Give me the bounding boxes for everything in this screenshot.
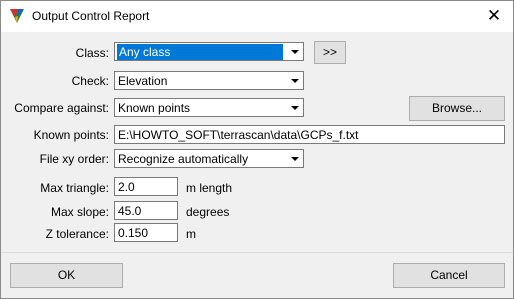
z-tolerance-unit: m	[186, 227, 196, 241]
max-triangle-unit: m length	[186, 181, 233, 195]
chevron-down-icon[interactable]	[286, 43, 303, 60]
cancel-button[interactable]: Cancel	[393, 263, 505, 288]
class-more-button[interactable]: >>	[314, 41, 346, 64]
footer-divider	[1, 252, 513, 253]
max-slope-field[interactable]: 45.0	[114, 201, 178, 220]
browse-button[interactable]: Browse...	[409, 96, 505, 121]
file-xy-order-label: File xy order:	[39, 152, 109, 166]
ok-button[interactable]: OK	[10, 263, 123, 288]
max-slope-value: 45.0	[118, 204, 142, 218]
class-value: Any class	[117, 44, 283, 60]
window-title: Output Control Report	[32, 9, 150, 23]
z-tolerance-field[interactable]: 0.150	[114, 223, 178, 242]
max-triangle-field[interactable]: 2.0	[114, 177, 178, 196]
compare-against-select[interactable]: Known points	[114, 98, 304, 117]
known-points-value: E:\HOWTO_SOFT\terrascan\data\GCPs_f.txt	[118, 128, 359, 142]
compare-against-label: Compare against:	[14, 101, 109, 115]
class-select[interactable]: Any class	[114, 42, 304, 61]
known-points-field[interactable]: E:\HOWTO_SOFT\terrascan\data\GCPs_f.txt	[114, 125, 505, 144]
title-bar: Output Control Report ✕	[1, 1, 513, 32]
check-value: Elevation	[118, 74, 168, 88]
check-label: Check:	[71, 74, 109, 88]
chevron-down-icon[interactable]	[286, 99, 303, 116]
app-icon	[10, 9, 24, 23]
close-icon[interactable]: ✕	[483, 5, 505, 27]
max-slope-unit: degrees	[186, 205, 230, 219]
chevron-down-icon[interactable]	[286, 72, 303, 89]
compare-against-value: Known points	[118, 101, 191, 115]
class-label: Class:	[75, 46, 109, 60]
dialog-window: Output Control Report ✕ Class: Any class…	[0, 0, 514, 299]
z-tolerance-label: Z tolerance:	[45, 227, 109, 241]
max-slope-label: Max slope:	[50, 205, 109, 219]
max-triangle-label: Max triangle:	[40, 181, 109, 195]
chevron-down-icon[interactable]	[286, 150, 303, 167]
known-points-label: Known points:	[33, 128, 109, 142]
file-xy-order-value: Recognize automatically	[118, 152, 249, 166]
file-xy-order-select[interactable]: Recognize automatically	[114, 149, 304, 168]
check-select[interactable]: Elevation	[114, 71, 304, 90]
z-tolerance-value: 0.150	[118, 226, 149, 240]
max-triangle-value: 2.0	[118, 180, 135, 194]
